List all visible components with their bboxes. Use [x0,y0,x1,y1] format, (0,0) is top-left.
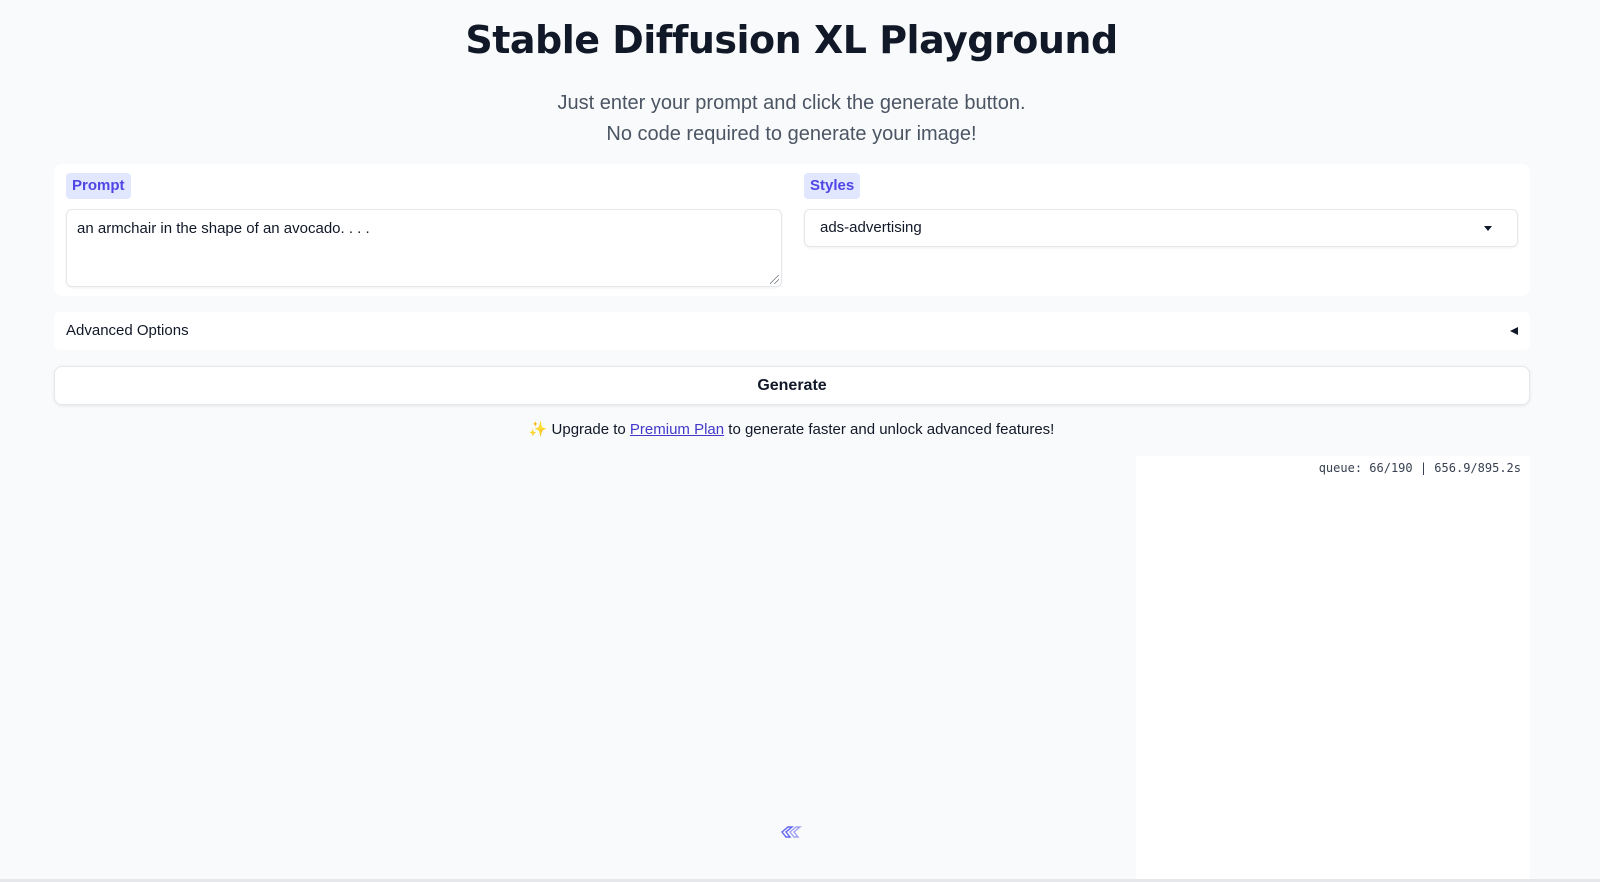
page-title: Stable Diffusion XL Playground [465,18,1118,62]
advanced-options-accordion[interactable]: Advanced Options [54,312,1530,350]
sparkles-icon: ✨ [528,421,548,438]
premium-plan-link[interactable]: Premium Plan [630,421,724,438]
output-gallery: queue: 66/190 | 656.9/895.2s [1136,456,1530,882]
generate-button[interactable]: Generate [54,366,1530,405]
prompt-text: an armchair in the shape of an avocado. … [77,220,370,237]
advanced-options-label: Advanced Options [66,322,189,339]
loading-spinner-icon [781,826,802,838]
prompt-textarea[interactable]: an armchair in the shape of an avocado. … [66,209,782,287]
styles-label: Styles [804,173,861,199]
caret-down-icon [1484,226,1492,231]
upgrade-banner: ✨ Upgrade to Premium Plan to generate fa… [0,420,1583,438]
subtitle-line-2: No code required to generate your image! [606,123,977,145]
styles-dropdown[interactable]: ads-advertising [804,209,1518,247]
input-panel: Prompt an armchair in the shape of an av… [54,164,1530,296]
styles-selected-value: ads-advertising [820,219,922,236]
upgrade-suffix: to generate faster and unlock advanced f… [728,421,1055,438]
subtitle-line-1: Just enter your prompt and click the gen… [557,92,1026,114]
page-subtitle: Just enter your prompt and click the gen… [0,88,1583,150]
upgrade-prefix: Upgrade to [551,421,626,438]
resize-handle-icon[interactable] [770,275,779,284]
prompt-label: Prompt [66,173,131,199]
queue-status: queue: 66/190 | 656.9/895.2s [1318,461,1521,475]
page: Stable Diffusion XL Playground Just ente… [0,0,1600,882]
triangle-left-icon [1510,327,1518,335]
